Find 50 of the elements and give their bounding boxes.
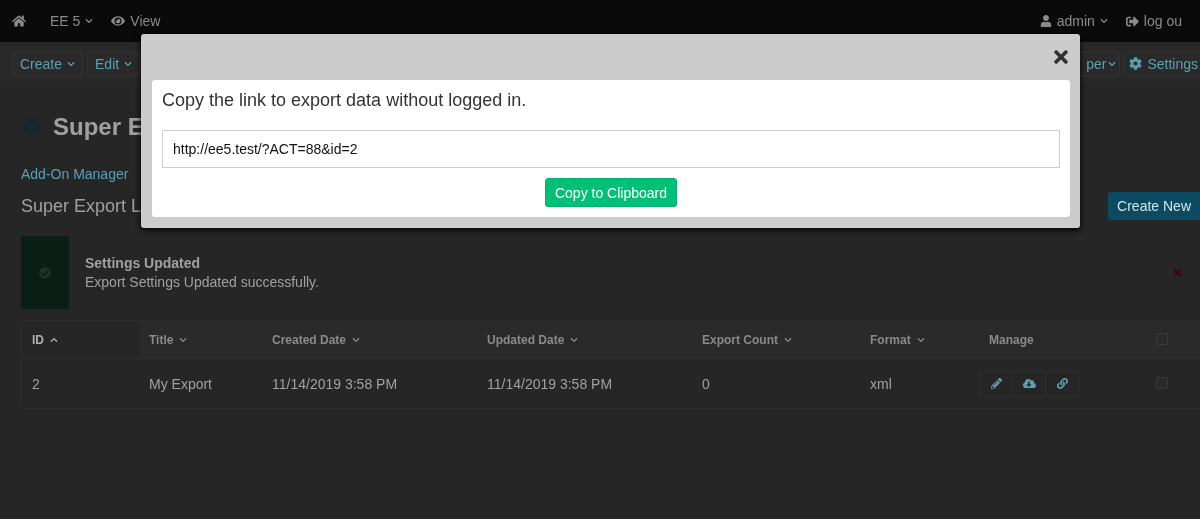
section-title: Super Export L [21, 195, 142, 217]
link-button[interactable] [1045, 370, 1079, 397]
caret-icon [1099, 17, 1108, 25]
column-header[interactable]: Updated Date [477, 321, 692, 358]
caret-icon [1108, 59, 1117, 68]
alert-message: Export Settings Updated successfully. [85, 274, 320, 290]
table-cell-text: 0 [701, 375, 711, 392]
caret-icon [916, 335, 925, 344]
link-field[interactable]: http://ee5.test/?ACT=88&id=2 [162, 130, 1060, 168]
toolbar-menu-button[interactable]: Create [12, 50, 84, 77]
sign-out-icon [1125, 14, 1139, 28]
column-header[interactable]: Export Count [692, 321, 860, 358]
site-menu[interactable]: EE 5 [50, 13, 94, 29]
link-icon [1056, 378, 1068, 389]
table-cell-text: 11/14/2019 3:58 PM [486, 375, 614, 392]
eye-icon [111, 14, 126, 28]
toolbar-menu-button[interactable]: Edit [87, 50, 141, 77]
logout-link[interactable]: log ou [1125, 13, 1182, 29]
settings-button[interactable]: Settings [1123, 50, 1200, 77]
table-cell-text: 2 [31, 375, 41, 392]
close-button[interactable] [1051, 47, 1071, 67]
breadcrumb-link[interactable]: Add-On Manager [21, 166, 129, 182]
caret-icon [784, 335, 792, 344]
caret-icon [67, 59, 76, 68]
user-icon [1039, 15, 1052, 27]
caret-icon [124, 59, 133, 68]
table-cell-text: 11/14/2019 3:58 PM [271, 375, 399, 392]
alert-title: Settings Updated [85, 255, 202, 271]
cloud-download-icon [1022, 377, 1036, 390]
caret-icon [352, 335, 361, 344]
column-header[interactable]: Created Date [262, 321, 477, 358]
create-new-button[interactable]: Create New [1108, 192, 1200, 220]
edit-button[interactable] [979, 370, 1013, 397]
column-header[interactable]: Format [860, 321, 979, 358]
modal-message: Copy the link to export data without logged in. [162, 90, 528, 111]
caret-icon [570, 335, 579, 344]
home-link[interactable] [12, 14, 26, 28]
download-button[interactable] [1012, 370, 1046, 397]
view-link[interactable]: View [111, 13, 161, 29]
caret-icon [179, 335, 188, 344]
column-header: Manage [988, 331, 1035, 349]
pencil-icon [990, 378, 1002, 389]
column-header[interactable]: ID [22, 321, 139, 358]
column-header[interactable]: Title [139, 321, 262, 358]
user-menu[interactable]: admin [1039, 13, 1108, 29]
table-cell-text: My Export [148, 375, 213, 392]
table-cell-text: xml [869, 375, 893, 392]
caret-icon [85, 17, 94, 25]
sort-up-icon [50, 335, 58, 344]
gear-icon [1129, 57, 1143, 70]
